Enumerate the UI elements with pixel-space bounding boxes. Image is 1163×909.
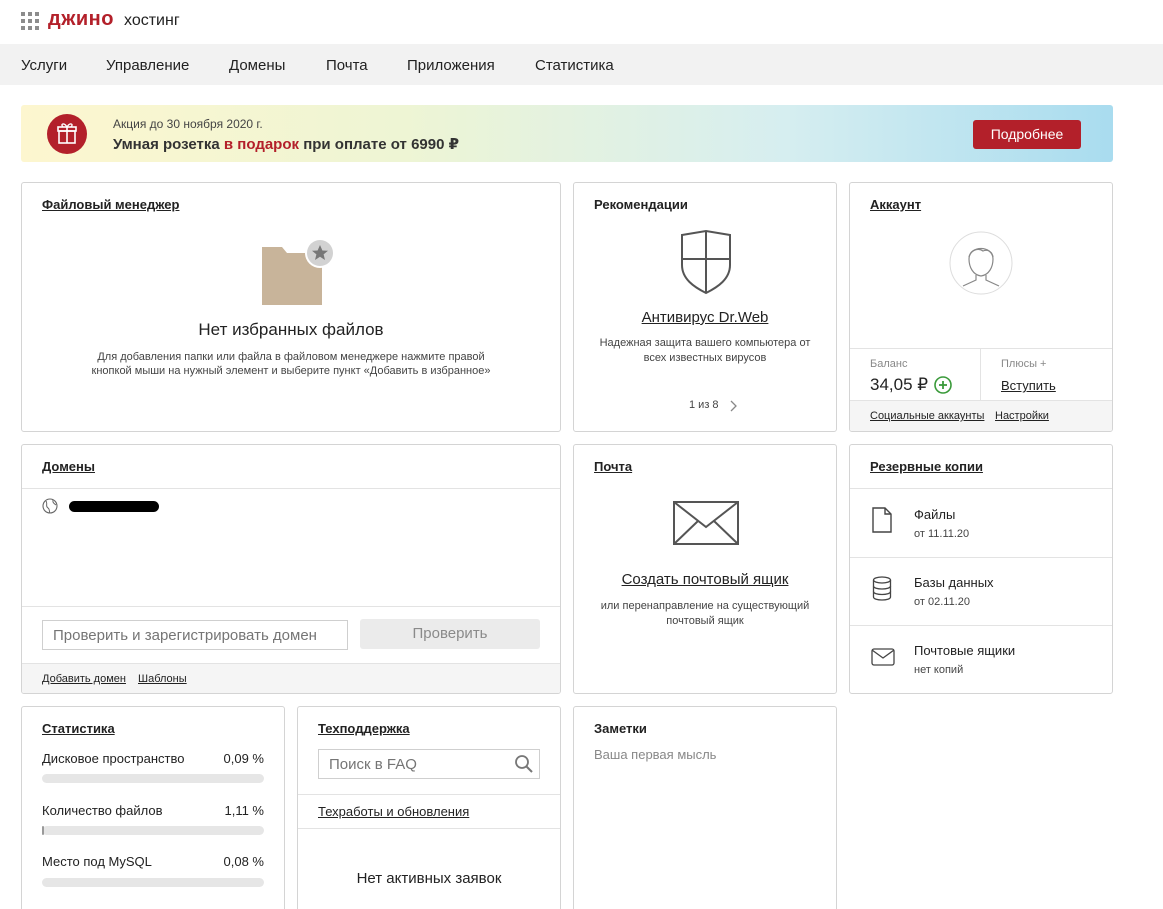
notes-title: Заметки [594,721,647,736]
recommendations-card: Рекомендации Антивирус Dr.Web Надежная з… [573,182,837,432]
mail-title[interactable]: Почта [594,459,632,474]
envelope-icon [673,501,739,545]
statistics-title[interactable]: Статистика [42,721,115,736]
promo-date: Акция до 30 ноября 2020 г. [113,117,263,131]
database-icon [872,576,892,602]
backup-name: Базы данных [914,575,994,590]
stat-bar [42,774,264,783]
domains-title[interactable]: Домены [42,459,95,474]
backup-item-mailboxes[interactable]: Почтовые ящики нет копий [850,626,1112,693]
stat-value: 0,08 % [223,854,264,869]
file-manager-card: Файловый менеджер Нет избранных файлов Д… [21,182,561,432]
notes-input[interactable]: Ваша первая мысль [594,747,716,762]
stat-value: 1,11 % [224,803,264,818]
stat-bar [42,878,264,887]
add-funds-icon[interactable] [934,376,952,394]
domains-card: Домены Проверить Добавить домен Шаблоны [21,444,561,694]
nav-item-management[interactable]: Управление [106,57,189,74]
top-bar: джино хостинг [0,0,1163,44]
backups-card: Резервные копии Файлы от 11.11.20 Базы д… [849,444,1113,694]
chevron-right-icon[interactable] [728,399,738,413]
backups-title[interactable]: Резервные копии [870,459,983,474]
nav-item-services[interactable]: Услуги [21,57,67,74]
nav-item-apps[interactable]: Приложения [407,57,495,74]
check-domain-button[interactable]: Проверить [360,619,540,649]
promo-text: Умная розетка в подарок при оплате от 69… [113,135,459,153]
globe-icon [42,498,58,514]
recommendation-pager: 1 из 8 [689,399,719,411]
gift-icon [47,114,87,154]
stat-label: Количество файлов [42,803,163,818]
promo-text-part2: при оплате от 6990 ₽ [299,136,460,153]
create-mailbox-link[interactable]: Создать почтовый ящик [622,571,789,588]
file-manager-hint-line1: Для добавления папки или файла в файлово… [97,351,485,363]
stat-label: Место под MySQL [42,854,152,869]
notes-card: Заметки Ваша первая мысль [573,706,837,909]
mail-desc-line2: почтовый ящик [666,615,744,627]
backup-item-files[interactable]: Файлы от 11.11.20 [850,489,1112,557]
stat-bar-fill [42,826,44,835]
avatar[interactable] [949,231,1013,295]
backup-date: от 11.11.20 [914,528,970,540]
join-link[interactable]: Вступить [1001,378,1056,393]
no-favorites-title: Нет избранных файлов [198,320,384,339]
settings-link[interactable]: Настройки [995,410,1049,422]
file-manager-hint-line2: кнопкой мыши на нужный элемент и выберит… [91,365,491,377]
balance-value: 34,05 ₽ [870,375,929,394]
domain-redacted[interactable] [69,501,159,512]
promo-text-part1: Умная розетка [113,136,224,153]
stat-label: Дисковое пространство [42,751,185,766]
stat-value: 0,09 % [223,751,264,766]
stat-bar [42,826,264,835]
backup-name: Почтовые ящики [914,643,1016,658]
statistics-card: Статистика Дисковое пространство 0,09 % … [21,706,285,909]
file-icon [872,507,892,533]
search-icon[interactable] [514,754,534,774]
promo-banner: Акция до 30 ноября 2020 г. Умная розетка… [21,105,1113,162]
mail-desc-line1: или перенаправление на существующий [600,600,810,612]
recommendation-link[interactable]: Антивирус Dr.Web [574,309,836,326]
domains-footer: Добавить домен Шаблоны [22,663,560,693]
social-accounts-link[interactable]: Социальные аккаунты [870,410,984,422]
recommendations-title: Рекомендации [594,197,688,212]
folder-star-icon [260,237,340,309]
backup-date: от 02.11.20 [914,596,970,608]
maintenance-link[interactable]: Техработы и обновления [318,804,469,819]
nav-item-mail[interactable]: Почта [326,57,368,74]
promo-details-button[interactable]: Подробнее [973,120,1081,149]
apps-grid-icon[interactable] [21,12,39,30]
plus-label: Плюсы + [1001,358,1047,370]
domain-search-input[interactable] [42,620,348,650]
main-nav: Услуги Управление Домены Почта Приложени… [0,44,1163,85]
backup-date: нет копий [914,664,964,676]
envelope-icon [871,648,895,666]
backup-item-databases[interactable]: Базы данных от 02.11.20 [850,558,1112,626]
no-tickets-text: Нет активных заявок [356,870,502,887]
account-title[interactable]: Аккаунт [870,197,921,212]
account-card: Аккаунт Баланс 34,05 ₽ Плюсы + Вступить … [849,182,1113,432]
nav-item-domains[interactable]: Домены [229,57,285,74]
account-footer: Социальные аккаунты Настройки [850,400,1112,431]
promo-text-highlight: в подарок [223,136,300,153]
recommendation-desc-line1: Надежная защита вашего компьютера от [599,337,811,349]
balance-label: Баланс [870,358,908,370]
dr-web-link[interactable]: Антивирус Dr.Web [642,309,769,326]
recommendation-desc-line2: всех известных вирусов [643,352,767,364]
backup-name: Файлы [914,507,956,522]
mail-card: Почта Создать почтовый ящик или перенапр… [573,444,837,694]
faq-search-input[interactable] [318,749,540,779]
support-title[interactable]: Техподдержка [318,721,410,736]
shield-icon [680,229,732,295]
support-card: Техподдержка Техработы и обновления Нет … [297,706,561,909]
templates-link[interactable]: Шаблоны [138,673,187,685]
create-mailbox-wrap: Создать почтовый ящик [574,571,836,588]
file-manager-title[interactable]: Файловый менеджер [42,197,179,212]
logo[interactable]: джино [48,8,114,31]
add-domain-link[interactable]: Добавить домен [42,673,126,685]
logo-subtitle: хостинг [124,12,180,29]
nav-item-statistics[interactable]: Статистика [535,57,614,74]
